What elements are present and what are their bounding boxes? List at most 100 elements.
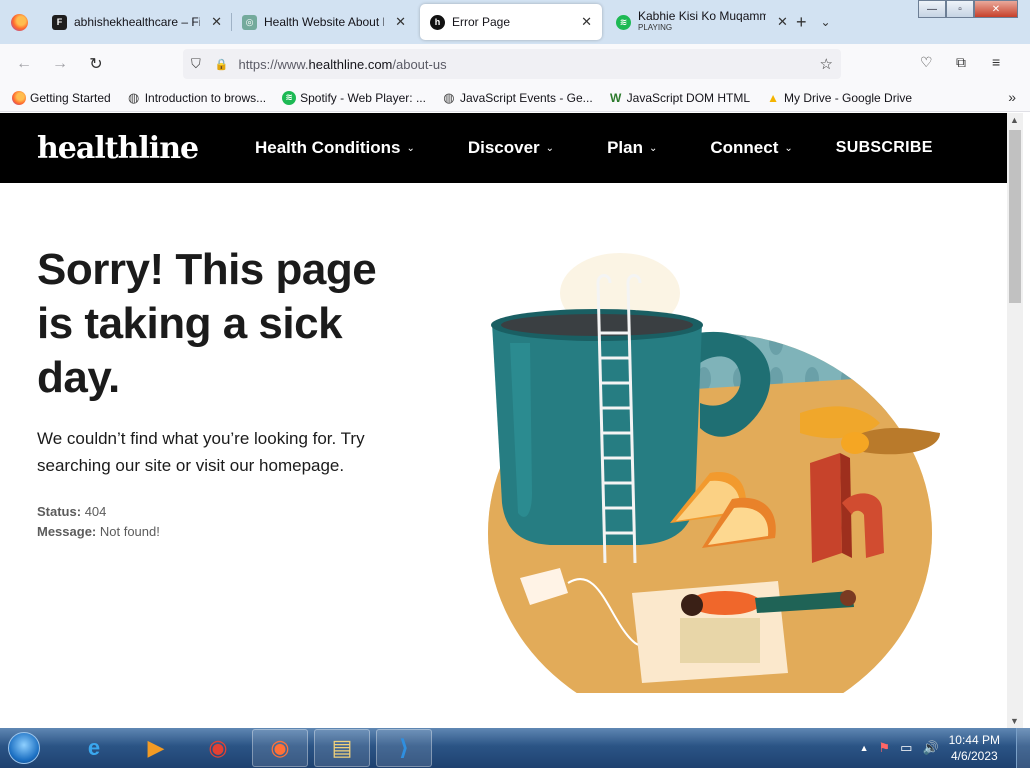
tab-close-icon[interactable]: ✕: [581, 14, 592, 30]
spotify-icon: ≋: [282, 90, 297, 105]
reload-button[interactable]: ↻: [78, 48, 114, 80]
message-value: Not found!: [99, 524, 160, 539]
tab-error-page[interactable]: h Error Page ✕: [420, 4, 602, 40]
message-label: Message:: [37, 524, 97, 539]
url-text[interactable]: https://www.healthline.com/about-us: [238, 57, 446, 72]
extensions-icon[interactable]: ⧉: [956, 54, 966, 71]
bookmark-javascript-events[interactable]: ◍ JavaScript Events - Ge...: [442, 89, 593, 105]
network-icon[interactable]: ▭: [900, 740, 912, 756]
forward-button[interactable]: →: [42, 48, 78, 80]
clock[interactable]: 10:44 PM 4/6/2023: [949, 732, 1000, 764]
start-button[interactable]: [4, 728, 44, 768]
bookmark-label: JavaScript DOM HTML: [626, 90, 751, 105]
tab-playing-label: PLAYING: [638, 23, 673, 32]
file-explorer-icon[interactable]: ▤: [314, 729, 370, 767]
minimize-button[interactable]: —: [918, 0, 946, 18]
tab-list-chevron-icon[interactable]: ⌄: [821, 15, 831, 29]
w3-icon: W: [610, 90, 622, 105]
chevron-down-icon: ⌄: [545, 142, 555, 154]
menu-discover[interactable]: Discover ⌄: [468, 138, 554, 158]
chrome-icon[interactable]: ◉: [190, 729, 246, 767]
menu-label: Connect: [710, 138, 779, 157]
bookmark-getting-started[interactable]: Getting Started: [12, 90, 111, 105]
subscribe-link[interactable]: SUBSCRIBE: [836, 139, 933, 157]
chevron-down-icon: ⌄: [406, 142, 415, 154]
tab-bar: F abhishekhealthcare – Fig ✕ ◎ Health We…: [0, 0, 1030, 44]
tab-health-website[interactable]: ◎ Health Website About Pa ✕: [232, 4, 416, 40]
menu-connect[interactable]: Connect ⌄: [710, 138, 792, 158]
scroll-down-icon[interactable]: ▼: [1010, 716, 1019, 726]
bookmark-label: JavaScript Events - Ge...: [459, 90, 593, 105]
internet-explorer-icon[interactable]: e: [66, 729, 122, 767]
pocket-icon[interactable]: ♡: [920, 54, 933, 71]
healthline-logo[interactable]: healthline: [37, 131, 255, 166]
scroll-up-icon[interactable]: ▲: [1010, 115, 1019, 125]
maximize-button[interactable]: ▫: [946, 0, 974, 18]
message-line: Message: Not found!: [37, 524, 160, 539]
tab-close-icon[interactable]: ✕: [777, 14, 788, 30]
menu-label: Discover: [467, 138, 540, 157]
error-headline: Sorry! This page is taking a sick day.: [37, 245, 377, 402]
close-window-button[interactable]: ✕: [974, 0, 1018, 18]
menu-plan[interactable]: Plan ⌄: [607, 138, 657, 158]
bookmark-label: Getting Started: [30, 90, 111, 105]
tab-label: Error Page: [452, 15, 511, 29]
chevron-down-icon: ⌄: [648, 142, 658, 154]
figma-icon: F: [52, 14, 67, 30]
bookmark-label: My Drive - Google Drive: [784, 90, 913, 105]
tracking-protection-icon[interactable]: ⛉: [191, 56, 201, 72]
navigation-toolbar: ← → ↻ ⛉ 🔒 https://www.healthline.com/abo…: [0, 44, 1030, 84]
window-controls: — ▫ ✕: [918, 0, 1018, 18]
bookmark-google-drive[interactable]: ▲ My Drive - Google Drive: [766, 91, 912, 105]
globe-icon: ◍: [128, 89, 140, 105]
tab-spotify-playing[interactable]: ≋ Kabhie Kisi Ko Muqamm PLAYING ✕: [606, 4, 788, 40]
bookmark-javascript-dom[interactable]: W JavaScript DOM HTML: [609, 91, 750, 105]
menu-health-conditions[interactable]: Health Conditions ⌄: [255, 138, 415, 158]
vscode-icon[interactable]: ⟩: [376, 729, 432, 767]
chatgpt-icon: ◎: [242, 14, 257, 30]
tab-close-icon[interactable]: ✕: [211, 14, 222, 30]
scrollbar-thumb[interactable]: [1009, 130, 1021, 303]
google-drive-icon: ▲: [767, 90, 779, 105]
menu-label: Health Conditions: [255, 138, 401, 157]
tab-label: Kabhie Kisi Ko Muqamm: [638, 11, 766, 22]
tab-figma[interactable]: F abhishekhealthcare – Fig ✕: [42, 4, 232, 40]
tray-expand-icon[interactable]: ▲: [860, 743, 869, 753]
spotify-icon: ≋: [616, 14, 631, 30]
firefox-icon: [12, 90, 26, 105]
windows-taskbar: e ▶ ◉ ◉ ▤ ⟩ ▲ ⚑ ▭ 🔊 10:44 PM 4/6/2023: [0, 728, 1030, 768]
media-player-icon[interactable]: ▶: [128, 729, 184, 767]
volume-icon[interactable]: 🔊: [922, 740, 938, 756]
bookmarks-overflow-icon[interactable]: »: [1008, 89, 1016, 105]
bookmarks-toolbar: Getting Started ◍ Introduction to brows.…: [0, 84, 1030, 112]
page-viewport: healthline Health Conditions ⌄ Discover …: [0, 113, 1007, 728]
app-menu-icon[interactable]: ≡: [992, 54, 1000, 70]
bookmark-star-icon[interactable]: ☆: [820, 55, 833, 73]
system-tray: ▲ ⚑ ▭ 🔊 10:44 PM 4/6/2023: [860, 728, 1000, 768]
tab-close-icon[interactable]: ✕: [395, 14, 406, 30]
chevron-down-icon: ⌄: [784, 142, 793, 154]
error-message: We couldn’t find what you’re looking for…: [37, 429, 365, 475]
firefox-icon[interactable]: [11, 13, 28, 31]
bookmark-introduction-to-browser[interactable]: ◍ Introduction to brows...: [127, 89, 267, 105]
bookmark-spotify[interactable]: ≋ Spotify - Web Player: ...: [282, 90, 426, 105]
back-button[interactable]: ←: [6, 48, 42, 80]
site-header: healthline Health Conditions ⌄ Discover …: [0, 113, 1007, 183]
globe-icon: ◍: [443, 89, 455, 105]
page-scrollbar[interactable]: ▲ ▼: [1007, 113, 1023, 728]
menu-label: Plan: [607, 138, 643, 157]
clock-time: 10:44 PM: [948, 733, 1000, 747]
firefox-icon[interactable]: ◉: [252, 729, 308, 767]
bookmark-label: Spotify - Web Player: ...: [300, 90, 426, 105]
windows-logo-icon: [8, 732, 40, 764]
address-bar[interactable]: ⛉ 🔒 https://www.healthline.com/about-us …: [183, 49, 841, 79]
sick-day-illustration: [488, 253, 940, 693]
status-label: Status:: [37, 504, 82, 519]
action-center-flag-icon[interactable]: ⚑: [878, 740, 890, 756]
bookmark-label: Introduction to brows...: [144, 90, 267, 105]
show-desktop-button[interactable]: [1016, 728, 1030, 768]
new-tab-icon[interactable]: +: [796, 12, 807, 33]
tab-label: abhishekhealthcare – Fig: [74, 15, 201, 29]
lock-icon[interactable]: 🔒: [215, 58, 229, 71]
status-value: 404: [84, 504, 107, 519]
